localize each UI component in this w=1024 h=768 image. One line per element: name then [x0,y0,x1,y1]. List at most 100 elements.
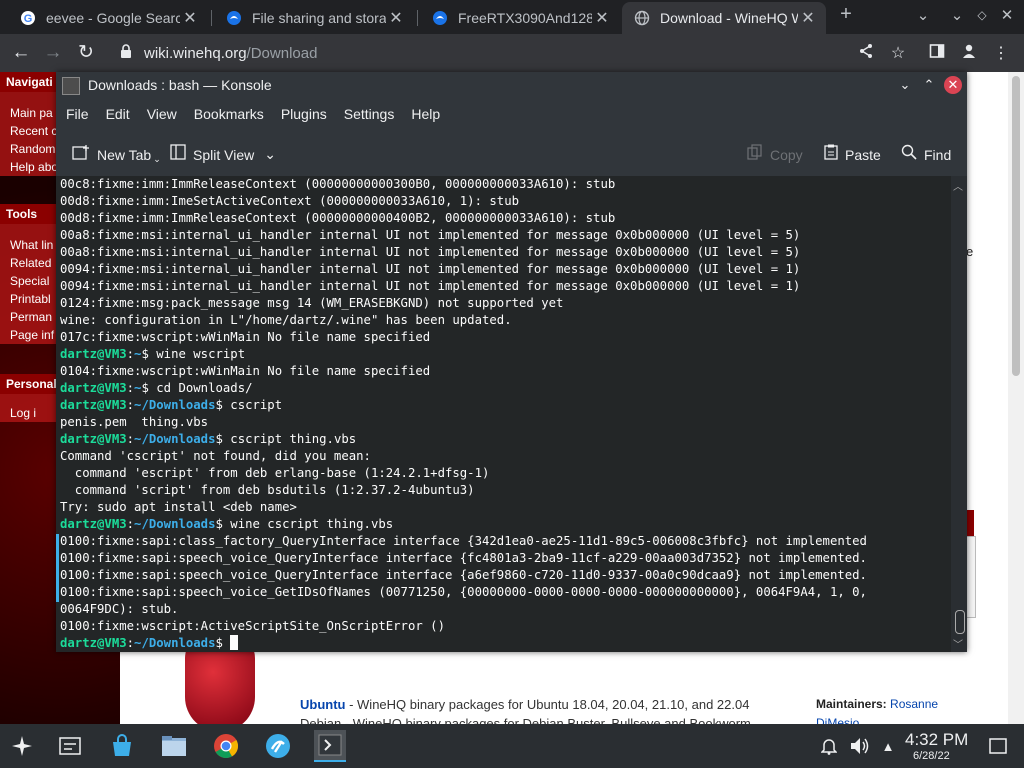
forward-icon[interactable]: → [42,42,64,64]
sidebar-link[interactable]: Main pa [0,104,60,122]
clock-time[interactable]: 4:32 PM [905,730,968,750]
volume-icon[interactable] [843,730,875,762]
terminal-prompt-line: dartz@VM3:~$ cd Downloads/ [60,380,867,397]
browser-tab-winehq[interactable]: Download - WineHQ W ✕ [622,2,826,34]
minimize-icon[interactable]: ⌄ [946,6,968,24]
search-icon [901,144,917,165]
close-icon[interactable]: ✕ [944,76,962,94]
menu-edit[interactable]: Edit [106,106,130,122]
paste-button[interactable]: Paste [824,144,881,165]
terminal-scrollbar-thumb[interactable] [955,610,965,634]
chevron-down-icon[interactable]: ﹀ [953,636,963,651]
close-window-icon[interactable]: ✕ [996,6,1018,24]
back-icon[interactable]: ← [10,42,32,64]
terminal-line: 0104:fixme:wscript:wWinMain No file name… [60,364,431,378]
taskbar: ▲ 4:32 PM 6/28/22 [0,724,1024,768]
sidebar-link[interactable]: Help abo [0,158,60,176]
sidebar-link[interactable]: Printabl [0,290,60,308]
maintainers: Maintainers: Rosanne [816,697,938,711]
terminal-prompt-line: dartz@VM3:~/Downloads$ [60,635,867,652]
file-manager-icon[interactable] [158,730,190,762]
sidebar-link[interactable]: Recent c [0,122,60,140]
prompt-user: dartz@VM3 [60,347,127,361]
page-scrollbar[interactable] [1008,72,1024,724]
globe-icon [634,10,650,26]
new-tab-button[interactable]: + [835,3,857,26]
find-label: Find [924,146,952,163]
menu-help[interactable]: Help [411,106,440,122]
konsole-app-icon[interactable] [62,77,80,95]
profile-icon[interactable] [958,43,980,65]
terminal-line: 0094:fixme:msi:internal_ui_handler inter… [60,279,801,293]
minimize-icon[interactable]: ⌄ [896,76,914,94]
copy-icon [747,144,763,165]
terminal-prompt-line: dartz@VM3:~/Downloads$ cscript [60,397,867,414]
close-icon[interactable]: ✕ [180,8,200,28]
terminal-line: 0100:fixme:sapi:speech_voice_GetIDsOfNam… [60,585,867,599]
sidebar-link[interactable]: What lin [0,236,60,254]
sidebar-link-login[interactable]: Log i [0,404,60,422]
find-button[interactable]: Find [901,144,951,165]
lock-icon [120,44,132,62]
notifications-bell-icon[interactable] [813,730,845,762]
portal-heading: Personal [0,374,60,394]
clock-date[interactable]: 6/28/22 [913,750,950,762]
terminal-output[interactable]: 00c8:fixme:imm:ImmReleaseContext (000000… [56,176,951,652]
konsole-titlebar[interactable]: Downloads : bash — Konsole ⌄ ⌃ ✕ [56,72,967,98]
close-icon[interactable]: ✕ [386,8,406,28]
chrome-icon[interactable] [210,730,242,762]
sidebar-portal-tools: Tools What lin Related Special Printabl … [0,204,60,344]
maximize-icon[interactable]: ⌃ [920,76,938,94]
browser-tab-freertx[interactable]: FreeRTX3090And128G ✕ [420,2,620,34]
terminal-lines: 00c8:fixme:imm:ImmReleaseContext (000000… [60,176,867,652]
close-icon[interactable]: ✕ [592,8,612,28]
terminal-line: 0124:fixme:msg:pack_message msg 14 (WM_E… [60,296,564,310]
command-text: cscript thing.vbs [222,432,357,446]
content-fragment: e [966,244,974,259]
sidebar-link[interactable]: Special [0,272,60,290]
sidebar-link[interactable]: Related [0,254,60,272]
chevron-up-icon[interactable]: ︿ [953,178,963,193]
show-desktop-icon[interactable] [982,730,1014,762]
browser-tab-google[interactable]: G eevee - Google Search ✕ [8,2,208,34]
restore-icon[interactable]: ◇ [971,8,993,22]
app-launcher-icon[interactable] [6,730,38,762]
menu-plugins[interactable]: Plugins [281,106,327,122]
settings-icon[interactable] [262,730,294,762]
browser-tab-file-sharing[interactable]: File sharing and storag ✕ [214,2,414,34]
maintainer-link[interactable]: Rosanne [890,697,938,711]
menu-view[interactable]: View [147,106,177,122]
overview-icon[interactable] [54,730,86,762]
reload-icon[interactable]: ↻ [75,42,97,64]
page-scrollbar-thumb[interactable] [1012,76,1020,376]
ubuntu-link[interactable]: Ubuntu [300,697,345,712]
chevron-down-icon[interactable]: ⌄ [264,146,276,163]
discover-icon[interactable] [106,730,138,762]
address-bar[interactable]: wiki.winehq.org/Download [112,37,842,69]
tab-search-icon[interactable]: ⌄ [912,6,934,24]
terminal-scrollbar[interactable]: ︿ ﹀ [951,176,967,652]
sidebar-link[interactable]: Random [0,140,60,158]
menu-settings[interactable]: Settings [344,106,395,122]
menu-bookmarks[interactable]: Bookmarks [194,106,264,122]
sidebar-link[interactable]: Perman [0,308,60,326]
maintainer-link-2[interactable]: DiMesio [816,716,859,724]
split-view-button[interactable]: Split View ⌄ [170,144,276,165]
konsole-window: Downloads : bash — Konsole ⌄ ⌃ ✕ File Ed… [56,72,967,652]
bookmark-star-icon[interactable]: ☆ [887,43,909,65]
side-panel-icon[interactable] [926,43,948,65]
copy-label: Copy [770,146,803,163]
menu-kebab-icon[interactable]: ⋮ [990,43,1012,65]
prompt-dollar: $ [141,347,149,361]
system-tray-expand-icon[interactable]: ▲ [872,730,904,762]
close-icon[interactable]: ✕ [798,8,818,28]
new-tab-button[interactable]: New Tab ⌄ [72,144,161,165]
copy-button[interactable]: Copy [747,144,803,165]
konsole-icon[interactable] [314,730,346,762]
sidebar-link[interactable]: Page inf [0,326,60,344]
menu-file[interactable]: File [66,106,89,122]
share-icon[interactable] [855,43,877,65]
line-markers [56,176,59,652]
prompt-user: dartz@VM3 [60,517,127,531]
dropdown-arrow-icon[interactable]: ⌄ [153,154,161,165]
